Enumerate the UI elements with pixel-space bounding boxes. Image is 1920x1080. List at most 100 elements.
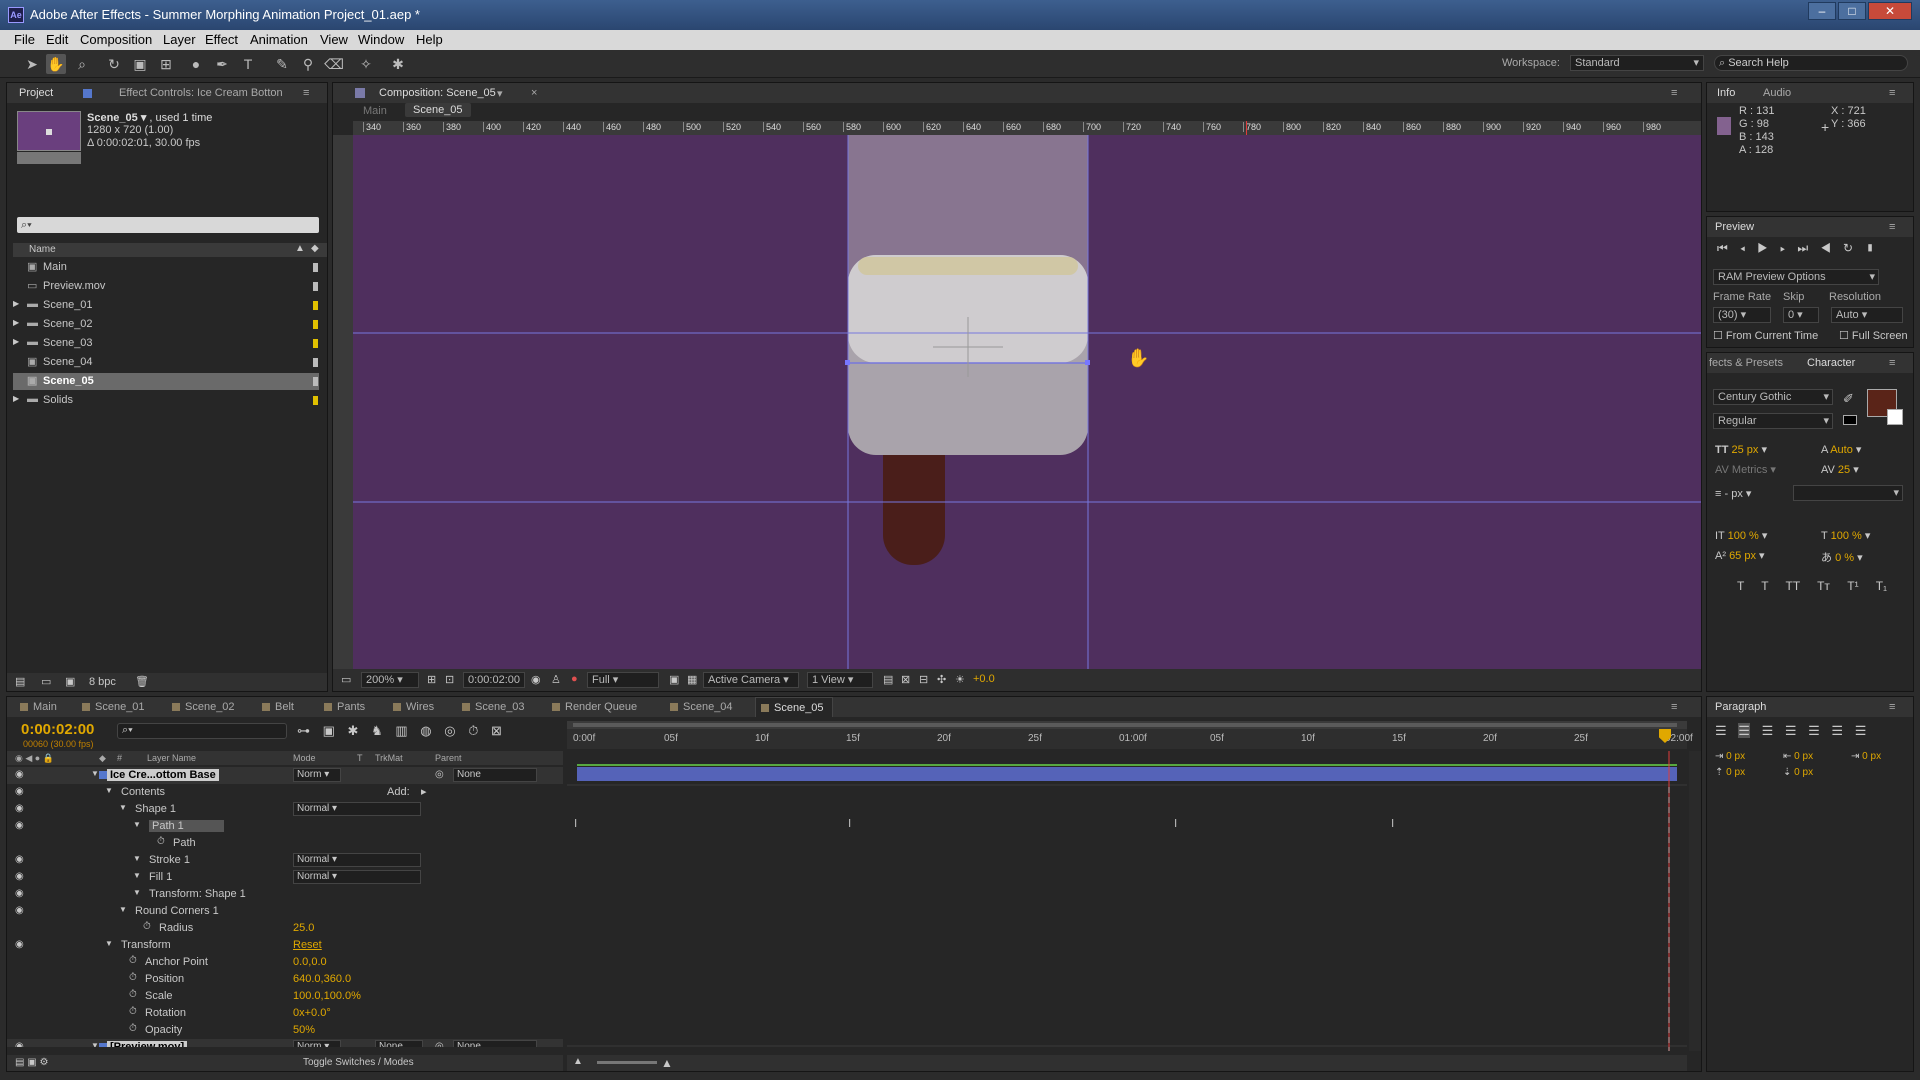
expand-icon[interactable]: ▤ ▣ ⚙	[15, 1057, 48, 1068]
full-screen-checkbox[interactable]: ☐ Full Screen	[1839, 329, 1908, 342]
close-button[interactable]: ✕	[1868, 2, 1912, 20]
new-comp-icon[interactable]: ▣	[65, 675, 75, 688]
font-size-field[interactable]: TT 25 px ▾	[1715, 443, 1767, 456]
tracking-field[interactable]: AV 25 ▾	[1821, 463, 1859, 476]
tab-close-icon[interactable]: ×	[531, 87, 537, 99]
eye-icon[interactable]: ◉	[15, 803, 24, 814]
tab-scene-04[interactable]: Scene_04	[665, 697, 741, 717]
brainstorm-icon[interactable]: ◎	[444, 723, 455, 738]
brush-tool-icon[interactable]: ✎	[272, 54, 292, 74]
tab-info[interactable]: Info	[1717, 87, 1735, 99]
parent-select[interactable]: None	[453, 768, 537, 782]
live-update-icon[interactable]: ▣	[323, 723, 335, 738]
add-icon[interactable]: ▸	[421, 785, 427, 798]
panel-menu-icon[interactable]: ≡	[1671, 87, 1677, 99]
tab-wires[interactable]: Wires	[388, 697, 442, 717]
property-row[interactable]: ◉ ▼ Transform Reset	[7, 937, 563, 954]
menu-window[interactable]: Window	[358, 32, 404, 47]
property-row[interactable]: ⏱ Radius 25.0	[7, 920, 563, 937]
tab-belt[interactable]: Belt	[257, 697, 302, 717]
stopwatch-icon[interactable]: ⏱	[129, 1023, 137, 1034]
property-value[interactable]: Reset	[293, 939, 322, 951]
shy-icon[interactable]: ♞	[371, 723, 383, 738]
eye-icon[interactable]: ◉	[15, 854, 24, 865]
selection-tool-icon[interactable]: ➤	[22, 54, 42, 74]
zoom-slider[interactable]	[597, 1061, 657, 1064]
comp-viewer[interactable]: ✋	[353, 135, 1701, 669]
maximize-button[interactable]: □	[1838, 2, 1866, 20]
mode-select[interactable]: Norm ▾	[293, 768, 341, 782]
expand-arrow-icon[interactable]: ▼	[133, 854, 141, 863]
expand-arrow-icon[interactable]: ▼	[133, 820, 141, 829]
tab-audio[interactable]: Audio	[1763, 87, 1791, 99]
pan-behind-tool-icon[interactable]: ⊞	[156, 54, 176, 74]
expand-arrow-icon[interactable]: ▼	[133, 871, 141, 880]
property-row[interactable]: ◉ ▼ Shape 1 Normal ▾	[7, 801, 563, 818]
region-interest-icon[interactable]: ⊡	[445, 673, 454, 686]
timeline-zoom-bar[interactable]: ▲ ▲	[567, 1055, 1687, 1071]
menu-view[interactable]: View	[320, 32, 348, 47]
property-row[interactable]: ◉ ▼ Contents Add: ▸	[7, 784, 563, 801]
mode-select[interactable]: Normal ▾	[293, 802, 421, 816]
eye-icon[interactable]: ◉	[15, 786, 24, 797]
stopwatch-icon[interactable]: ⏱	[129, 955, 137, 966]
label-column-icon[interactable]: ◆	[311, 243, 319, 254]
hand-tool-icon[interactable]: ✋	[46, 54, 66, 74]
menu-composition[interactable]: Composition	[80, 32, 152, 47]
property-row[interactable]: ⏱ Rotation 0x+0.0°	[7, 1005, 563, 1022]
time-ruler[interactable]: 0:00f 05f 10f 15f 20f 25f 01:00f 05f 10f 15f 20f 25…	[567, 729, 1693, 749]
next-frame-icon[interactable]: ▸	[1780, 241, 1797, 255]
timeline-icon[interactable]: ⊟	[919, 673, 928, 686]
property-row[interactable]: ◉ ▼ Transform: Shape 1	[7, 886, 563, 903]
work-area-bar[interactable]	[567, 721, 1687, 729]
mode-select[interactable]: Normal ▾	[293, 870, 421, 884]
panel-menu-icon[interactable]: ≡	[303, 87, 309, 99]
ram-preview-icon[interactable]: ▮	[1865, 241, 1887, 255]
project-item[interactable]: ▶ ▬ Scene_02	[13, 316, 319, 333]
align-left-icon[interactable]: ☰	[1715, 723, 1727, 738]
tab-scene-05[interactable]: Scene_05	[755, 697, 833, 717]
tab-scene-03[interactable]: Scene_03	[457, 697, 533, 717]
tab-paragraph[interactable]: Paragraph	[1715, 701, 1766, 713]
tab-effects-presets[interactable]: fects & Presets	[1709, 357, 1783, 369]
menu-layer[interactable]: Layer	[163, 32, 196, 47]
magnification-select[interactable]: 200% ▾	[361, 672, 419, 688]
property-row[interactable]: ◉ ▼ Round Corners 1	[7, 903, 563, 920]
resolution-select[interactable]: Auto ▾	[1831, 307, 1903, 323]
expand-arrow-icon[interactable]: ▼	[119, 803, 127, 812]
ram-preview-select[interactable]: RAM Preview Options ▾	[1713, 269, 1879, 285]
motion-blur-icon[interactable]: ◍	[420, 723, 431, 738]
zoom-in-icon[interactable]: ▲	[661, 1056, 673, 1070]
mode-select[interactable]: Normal ▾	[293, 853, 421, 867]
tab-scene-02[interactable]: Scene_02	[167, 697, 243, 717]
property-value[interactable]: 50%	[293, 1024, 315, 1036]
pen-tool-icon[interactable]: ✒	[212, 54, 232, 74]
eye-icon[interactable]: ◉	[15, 871, 24, 882]
skip-select[interactable]: 0 ▾	[1783, 307, 1819, 323]
eye-icon[interactable]: ◉	[15, 769, 24, 780]
property-row[interactable]: ◉ ▼ Fill 1 Normal ▾	[7, 869, 563, 886]
tab-composition[interactable]: Composition: Scene_05	[379, 87, 496, 99]
camera-select[interactable]: Active Camera ▾	[703, 672, 799, 688]
faux-italic-button[interactable]: T	[1761, 579, 1768, 593]
tab-scene-01[interactable]: Scene_01	[77, 697, 153, 717]
eye-icon[interactable]: ◉	[15, 820, 24, 831]
eye-icon[interactable]: ◉	[15, 1041, 24, 1047]
pickwhip-icon[interactable]: ◎	[435, 1041, 444, 1047]
stopwatch-icon[interactable]: ⏱	[157, 836, 165, 847]
toggle-pixel-icon[interactable]: ▤	[883, 673, 893, 686]
frame-rate-select[interactable]: (30) ▾	[1713, 307, 1771, 323]
leading-field[interactable]: A Auto ▾	[1821, 443, 1861, 456]
property-row[interactable]: ◉ ▼ Path 1	[7, 818, 563, 835]
layer-name[interactable]: [Preview.mov]	[107, 1041, 188, 1047]
font-style-select[interactable]: Regular ▾	[1713, 413, 1833, 429]
property-row[interactable]: ◉ ▼ Stroke 1 Normal ▾	[7, 852, 563, 869]
subscript-button[interactable]: T₁	[1876, 579, 1887, 593]
minimize-button[interactable]: –	[1808, 2, 1836, 20]
justify-center-icon[interactable]: ☰	[1808, 723, 1820, 738]
faux-bold-button[interactable]: T	[1737, 579, 1744, 593]
breadcrumb-scene[interactable]: Scene_05	[405, 103, 471, 117]
panel-menu-icon[interactable]: ≡	[1889, 701, 1895, 713]
baseline-shift-field[interactable]: A² 65 px ▾	[1715, 549, 1765, 562]
project-item[interactable]: ▶ ▬ Scene_01	[13, 297, 319, 314]
